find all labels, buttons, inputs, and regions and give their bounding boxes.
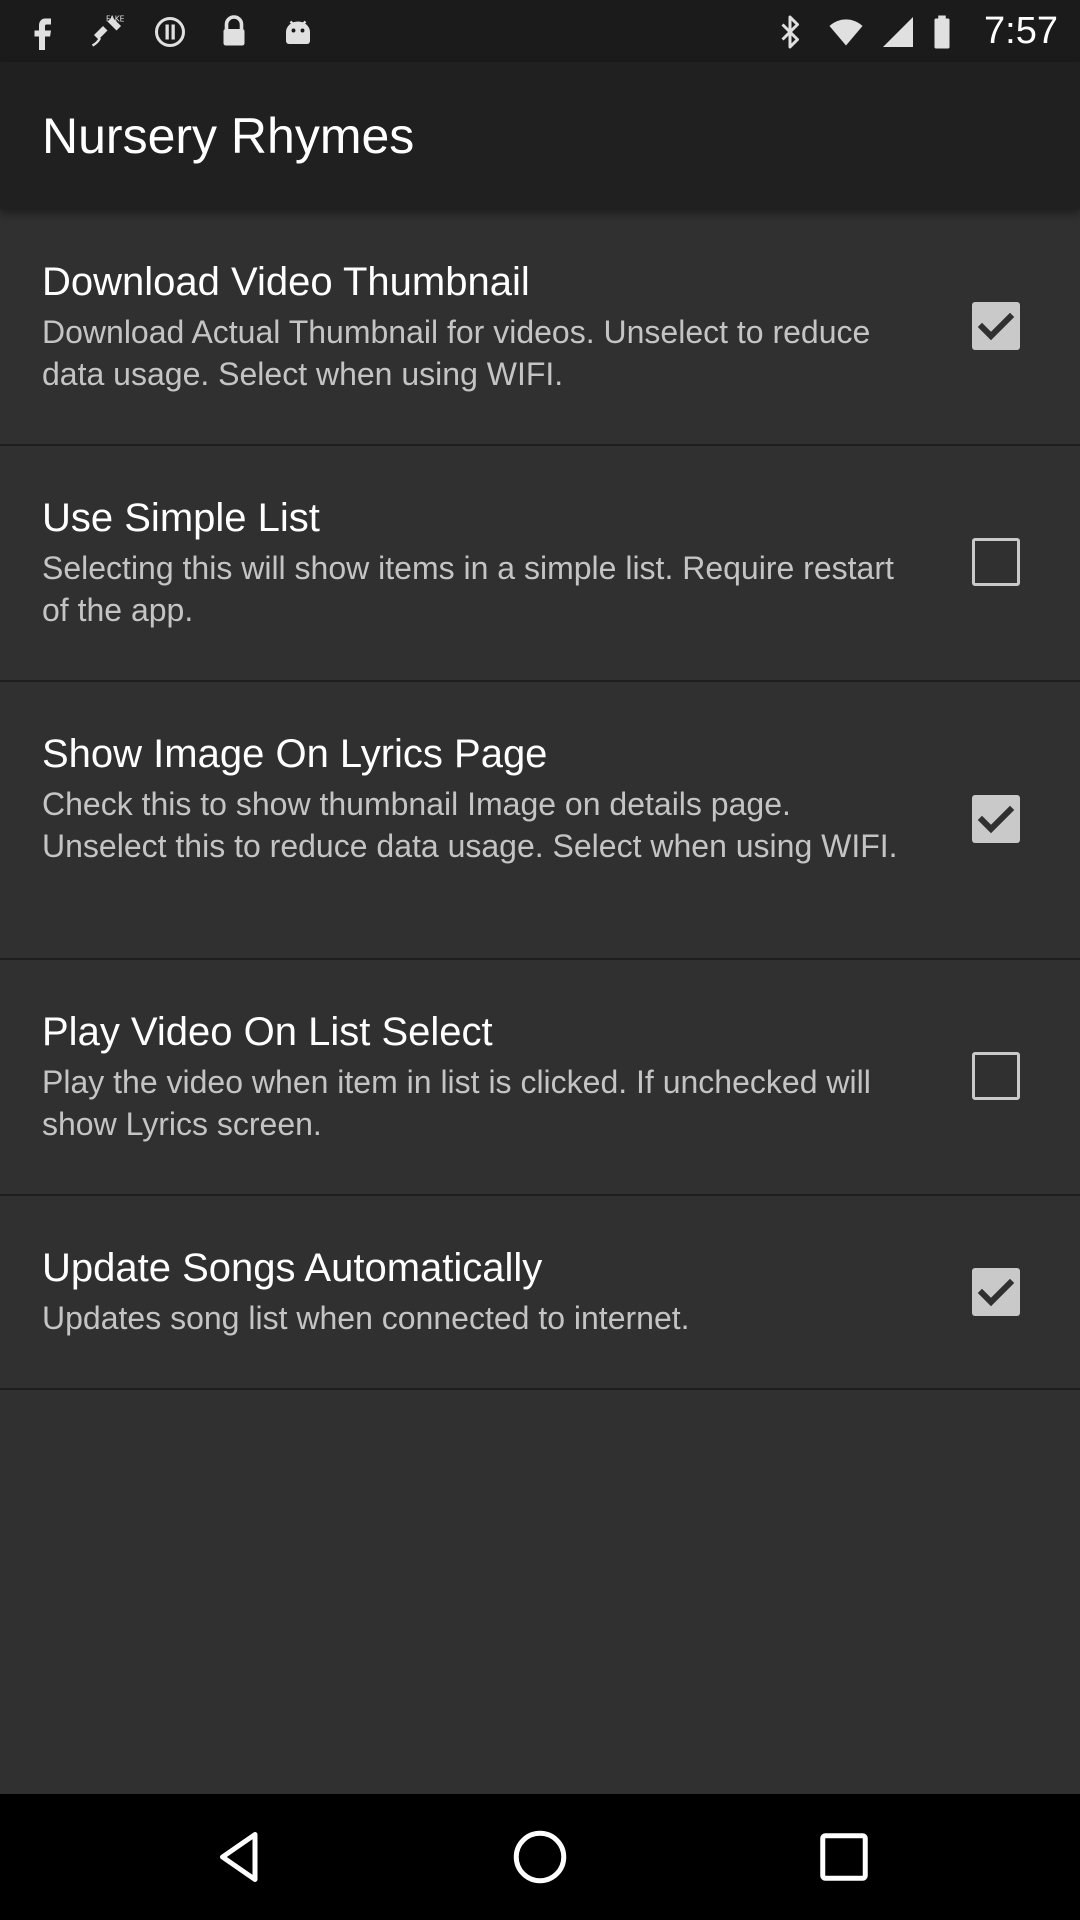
setting-summary: Updates song list when connected to inte… <box>42 1300 690 1336</box>
setting-title: Update Songs Automatically <box>42 1246 543 1290</box>
bluetooth-icon <box>772 14 808 50</box>
check-mark-icon <box>977 312 1015 341</box>
app-bar: Nursery Rhymes <box>0 62 1080 210</box>
wifi-icon <box>828 14 864 50</box>
setting-summary: Selecting this will show items in a simp… <box>42 550 894 628</box>
checkbox-update-songs-automatically[interactable] <box>972 1268 1020 1316</box>
setting-summary: Play the video when item in list is clic… <box>42 1064 871 1142</box>
lock-icon <box>216 14 252 50</box>
setting-show-image-on-lyrics-page[interactable]: Show Image On Lyrics Page Check this to … <box>0 682 1080 960</box>
facebook-icon <box>24 14 60 50</box>
battery-icon <box>930 14 954 50</box>
recents-icon[interactable] <box>814 1827 874 1887</box>
android-icon <box>280 14 316 50</box>
sync-icon <box>152 14 188 50</box>
checkbox-download-video-thumbnail[interactable] <box>972 302 1020 350</box>
check-mark-icon <box>977 1278 1015 1307</box>
navigation-bar <box>0 1794 1080 1920</box>
setting-title: Show Image On Lyrics Page <box>42 732 548 776</box>
status-bar: FAKE 7:57 <box>0 0 1080 62</box>
setting-play-video-on-list-select[interactable]: Play Video On List Select Play the video… <box>0 960 1080 1196</box>
check-mark-icon <box>977 805 1015 834</box>
fake-gps-icon: FAKE <box>88 14 125 50</box>
checkbox-play-video-on-list-select[interactable] <box>972 1052 1020 1100</box>
svg-text:FAKE: FAKE <box>106 15 124 24</box>
setting-summary: Download Actual Thumbnail for videos. Un… <box>42 314 871 392</box>
back-icon[interactable] <box>210 1827 270 1887</box>
setting-title: Play Video On List Select <box>42 1010 493 1054</box>
setting-use-simple-list[interactable]: Use Simple List Selecting this will show… <box>0 446 1080 682</box>
setting-title: Download Video Thumbnail <box>42 260 530 304</box>
signal-icon <box>880 14 916 50</box>
status-time: 7:57 <box>984 10 1058 52</box>
checkbox-show-image-on-lyrics-page[interactable] <box>972 795 1020 843</box>
home-icon[interactable] <box>510 1827 570 1887</box>
setting-title: Use Simple List <box>42 496 320 540</box>
setting-download-video-thumbnail[interactable]: Download Video Thumbnail Download Actual… <box>0 210 1080 446</box>
page-title: Nursery Rhymes <box>42 108 415 164</box>
setting-update-songs-automatically[interactable]: Update Songs Automatically Updates song … <box>0 1196 1080 1390</box>
setting-summary: Check this to show thumbnail Image on de… <box>42 786 898 864</box>
checkbox-use-simple-list[interactable] <box>972 538 1020 586</box>
